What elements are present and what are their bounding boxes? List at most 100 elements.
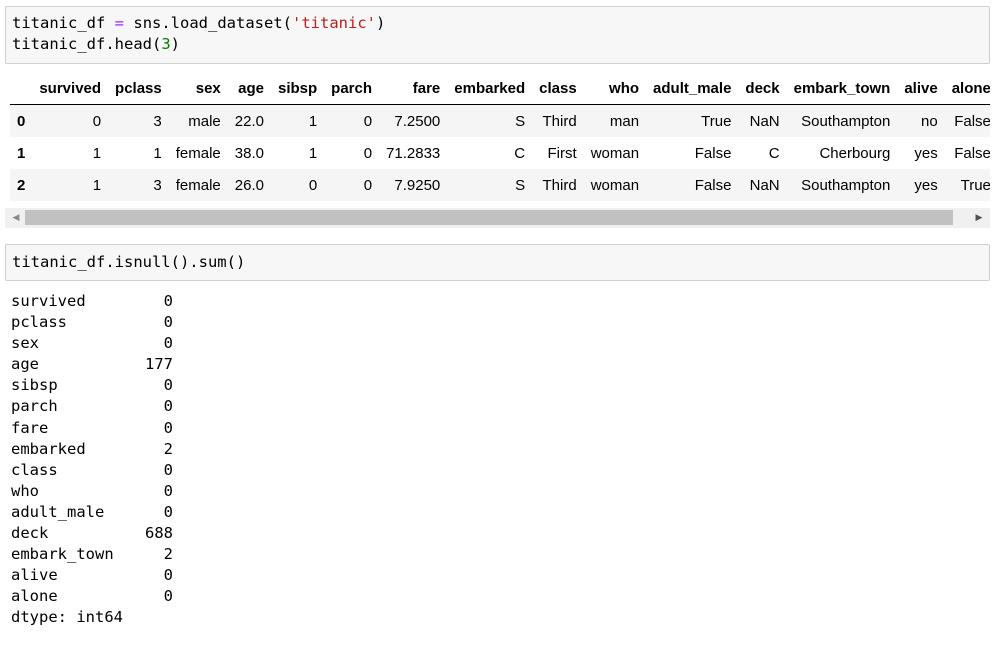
table-cell: man — [609, 112, 640, 130]
table-cell: 71.2833 — [386, 144, 441, 162]
column-name: pclass — [11, 313, 67, 332]
column-name: alive — [11, 566, 58, 585]
column-name: adult_male — [11, 502, 105, 521]
table-cell: S — [515, 112, 526, 130]
table-cell: 38.0 — [234, 144, 264, 162]
table-cell: C — [768, 144, 780, 162]
table-cell: 0 — [363, 112, 373, 130]
column-name: age — [11, 355, 39, 374]
output-row: alone 0 — [11, 586, 173, 607]
table-header-row: survived pclass sex age sibsp parch fare embark… — [10, 72, 990, 105]
table-cell: 7.2500 — [394, 112, 441, 130]
table-cell: 22.0 — [234, 112, 264, 130]
output-row: who 0 — [11, 481, 173, 502]
null-count: 2 — [163, 545, 173, 564]
null-count: 0 — [163, 587, 173, 606]
column-header: deck — [738, 72, 787, 105]
null-count: 2 — [163, 439, 173, 458]
table-cell: False — [954, 144, 990, 162]
output-row: survived 0 — [11, 291, 173, 312]
column-name: class — [11, 460, 58, 479]
table-cell: male — [188, 112, 221, 130]
column-name: sex — [11, 334, 39, 353]
column-header: fare — [379, 72, 448, 105]
table-cell: 1 — [308, 144, 318, 162]
code-line-1: titanic_df.isnull().sum() — [12, 253, 246, 271]
table-cell: woman — [590, 176, 640, 194]
column-name: embarked — [11, 439, 86, 458]
table-cell: 1 — [92, 176, 102, 194]
output-row: sex 0 — [11, 333, 173, 354]
null-count: 0 — [163, 502, 173, 521]
column-header: class — [532, 72, 584, 105]
null-count: 0 — [163, 292, 173, 310]
horizontal-scrollbar[interactable]: ◀ ▶ — [5, 208, 990, 228]
table-cell: True — [701, 112, 732, 130]
scroll-left-icon[interactable]: ◀ — [7, 208, 25, 228]
column-name: parch — [11, 397, 58, 416]
table-cell: False — [694, 144, 732, 162]
column-header: embark_town — [786, 72, 898, 105]
output-row: embark_town 2 — [11, 544, 173, 565]
table-cell: NaN — [749, 176, 780, 194]
table-cell: Southampton — [801, 112, 891, 130]
table-cell: Third — [542, 112, 577, 130]
output-row: sibsp 0 — [11, 375, 173, 396]
code-cell-1[interactable]: titanic_df = sns.load_dataset('titanic')… — [5, 6, 990, 64]
scroll-right-icon[interactable]: ▶ — [970, 208, 988, 228]
column-header: age — [227, 72, 271, 105]
null-count: 177 — [145, 355, 173, 374]
output-row: fare 0 — [11, 418, 173, 439]
row-index: 1 — [17, 144, 26, 162]
table-row: 0 0 3 male 22.0 1 0 7.2500 S Third man True NaN South… — [10, 104, 990, 137]
output-row: age 177 — [11, 354, 173, 375]
table-row: 2 1 3 female 26.0 0 0 7.9250 S Third woman False NaN… — [10, 169, 990, 201]
table-cell: NaN — [749, 112, 780, 130]
dataframe-table: survived pclass sex age sibsp parch fare embark… — [10, 72, 990, 201]
table-cell: woman — [590, 144, 640, 162]
table-cell: yes — [914, 144, 938, 162]
column-header: sibsp — [270, 72, 325, 105]
dtype-line: dtype: int64 — [11, 608, 123, 627]
output-row: class 0 — [11, 460, 173, 481]
table-cell: Southampton — [801, 176, 891, 194]
table-cell: 0 — [363, 176, 373, 194]
code-cell-2[interactable]: titanic_df.isnull().sum() — [5, 244, 990, 281]
table-cell: 1 — [92, 144, 102, 162]
output-row: adult_male 0 — [11, 502, 173, 523]
table-cell: 1 — [153, 144, 162, 162]
null-count: 688 — [145, 524, 173, 543]
output-rows: survived 0 pclass 0 sex 0 age 177 sibsp 0 parch 0 fa… — [11, 291, 173, 607]
table-cell: 1 — [308, 112, 318, 130]
column-header: alive — [897, 72, 945, 105]
table-row: 1 1 1 female 38.0 1 0 71.2833 C First woman False C C… — [10, 137, 990, 169]
index-header — [10, 72, 33, 105]
column-name: fare — [11, 418, 49, 437]
code-line-2: titanic_df.head(3) — [12, 35, 180, 53]
column-name: survived — [11, 292, 86, 310]
column-name: who — [11, 481, 39, 500]
table-cell: C — [514, 144, 526, 162]
table-cell: Cherbourg — [819, 144, 891, 162]
column-name: embark_town — [11, 545, 114, 564]
table-cell: 26.0 — [234, 176, 264, 194]
dataframe-output: survived pclass sex age sibsp parch fare embark… — [10, 72, 990, 202]
table-cell: S — [515, 176, 526, 194]
null-count: 0 — [163, 313, 173, 332]
table-cell: 0 — [363, 144, 373, 162]
output-row: parch 0 — [11, 396, 173, 417]
table-cell: female — [175, 144, 221, 162]
scroll-thumb[interactable] — [25, 210, 953, 225]
table-cell: 3 — [153, 112, 162, 130]
null-count: 0 — [163, 481, 173, 500]
table-cell: 0 — [308, 176, 318, 194]
null-count: 0 — [163, 334, 173, 353]
null-count: 0 — [163, 566, 173, 585]
table-cell: 3 — [153, 176, 162, 194]
column-header: alone — [944, 72, 990, 105]
column-name: deck — [11, 524, 49, 543]
table-cell: False — [954, 112, 990, 130]
table-cell: yes — [914, 176, 938, 194]
null-count: 0 — [163, 418, 173, 437]
null-count: 0 — [163, 460, 173, 479]
